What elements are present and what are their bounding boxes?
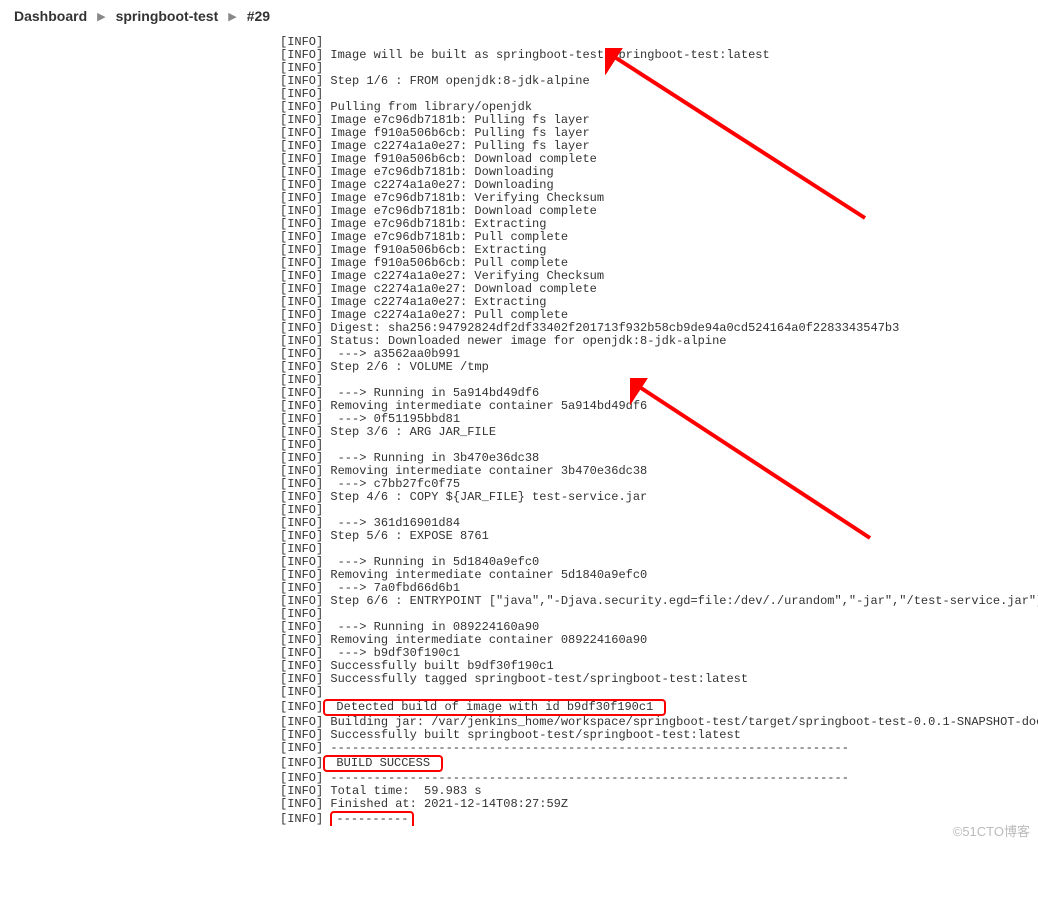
console-line: [INFO] Detected build of image with id b…	[280, 699, 1038, 716]
console-line: [INFO] Step 5/6 : EXPOSE 8761	[280, 530, 1038, 543]
chevron-right-icon: ▶	[97, 10, 105, 23]
console-line: [INFO] Step 6/6 : ENTRYPOINT ["java","-D…	[280, 595, 1038, 608]
chevron-right-icon: ▶	[228, 10, 236, 23]
console-line: [INFO] BUILD SUCCESS	[280, 755, 1038, 772]
breadcrumb: Dashboard ▶ springboot-test ▶ #29	[0, 0, 1038, 32]
console-line: [INFO]	[280, 686, 1038, 699]
console-line: [INFO] ---------------------------------…	[280, 742, 1038, 755]
console-line: [INFO] Finished at: 2021-12-14T08:27:59Z	[280, 798, 1038, 811]
highlight-box: ----------	[330, 811, 414, 826]
console-line: [INFO] ----------	[280, 811, 1038, 826]
console-line: [INFO] Step 3/6 : ARG JAR_FILE	[280, 426, 1038, 439]
breadcrumb-project[interactable]: springboot-test	[116, 8, 219, 24]
highlight-box: Detected build of image with id b9df30f1…	[323, 699, 666, 716]
console-output: [INFO] [INFO] Image will be built as spri…	[0, 32, 1038, 846]
breadcrumb-dashboard[interactable]: Dashboard	[14, 8, 87, 24]
breadcrumb-build[interactable]: #29	[247, 8, 270, 24]
console-line: [INFO] Step 2/6 : VOLUME /tmp	[280, 361, 1038, 374]
console-line: [INFO] Successfully tagged springboot-te…	[280, 673, 1038, 686]
console-line: [INFO] Image will be built as springboot…	[280, 49, 1038, 62]
watermark: ©51CTO博客	[953, 821, 1030, 840]
console-line: [INFO] Step 1/6 : FROM openjdk:8-jdk-alp…	[280, 75, 1038, 88]
highlight-box: BUILD SUCCESS	[323, 755, 443, 772]
console-line: [INFO] Step 4/6 : COPY ${JAR_FILE} test-…	[280, 491, 1038, 504]
